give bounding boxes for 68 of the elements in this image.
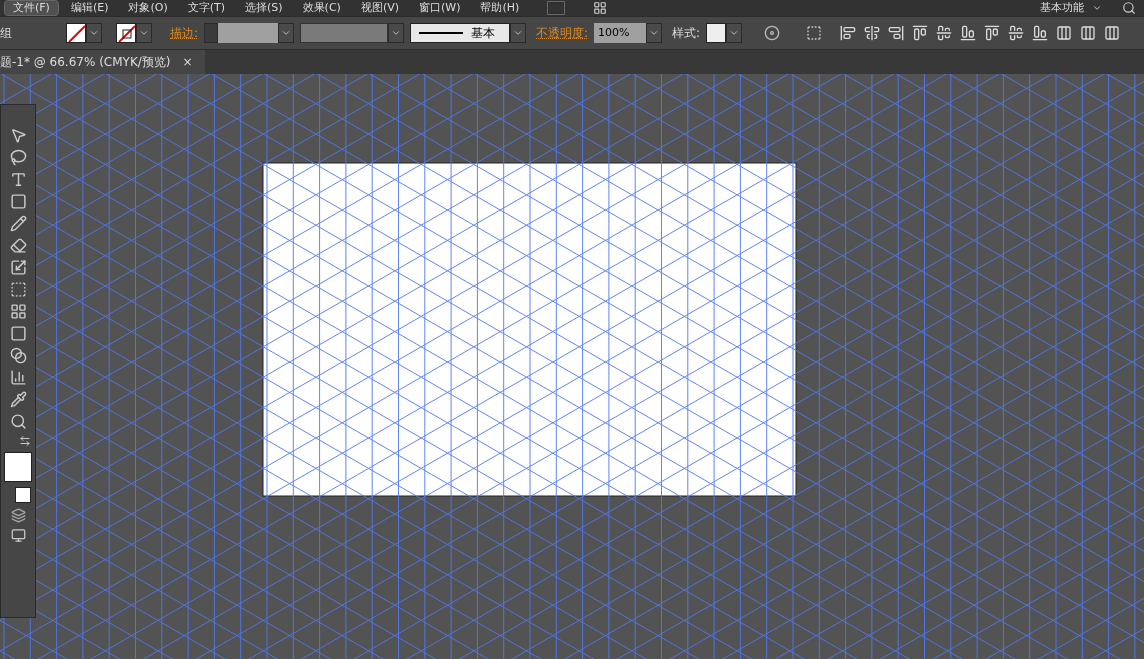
caret-icon [89,28,99,38]
menu-item[interactable]: 视图(V) [352,1,407,15]
search-icon[interactable] [1122,1,1136,15]
caret-icon [281,28,292,38]
brush-definition-field[interactable]: 基本 [410,23,511,43]
caret-icon [513,28,524,38]
rectangle-tool-icon[interactable] [9,193,27,210]
align-icon[interactable] [1104,25,1121,41]
caret-icon [139,28,149,38]
dropdown-button[interactable] [646,23,663,43]
style-swatch[interactable] [706,23,727,43]
menu-item[interactable]: 文字(T) [179,1,234,15]
zoom-tool-icon[interactable] [9,413,27,430]
swap-colors-icon[interactable] [19,435,31,447]
color-swatch[interactable] [66,23,86,43]
workspace-switcher[interactable]: 基本功能 [1032,0,1110,17]
align-icon[interactable] [984,25,1001,41]
eraser-tool-icon[interactable] [9,237,27,254]
selection-tool-icon[interactable] [9,127,27,144]
style-label: 样式: [672,25,701,42]
opacity-label[interactable]: 不透明度: [536,24,589,42]
arrange-documents-icon[interactable] [593,1,608,15]
none-color-button[interactable] [15,487,31,503]
menu-item[interactable]: 帮助(H) [472,1,528,15]
menu-item[interactable]: 选择(S) [237,1,291,15]
color-swatch[interactable] [116,23,136,43]
fill-stroke-swatches[interactable] [4,452,32,482]
eyedropper-tool-icon[interactable] [9,391,27,408]
menu-item[interactable]: 窗口(W) [411,1,469,15]
align-icon[interactable] [1008,25,1025,41]
shape-builder-tool-icon[interactable] [9,347,27,364]
menu-item[interactable]: 对象(O) [120,1,176,15]
dropdown-button[interactable] [510,23,527,43]
type-tool-icon[interactable] [9,171,27,188]
dropdown-button[interactable] [388,23,405,43]
stroke-weight-spinner[interactable] [204,23,219,43]
dropdown-button[interactable] [278,23,295,43]
align-icon[interactable] [864,25,881,41]
caret-icon [649,28,660,38]
lasso-tool-icon[interactable] [9,149,27,166]
align-icon[interactable] [960,25,977,41]
align-icon[interactable] [1056,25,1073,41]
menu-item[interactable]: 编辑(E) [62,1,117,15]
caret-icon [391,28,402,38]
close-tab-button[interactable]: × [182,53,193,71]
opacity-field[interactable]: 100% [594,23,647,43]
recolor-icon[interactable] [764,25,781,41]
stroke-weight-field[interactable] [218,23,279,43]
scale-tool-icon[interactable] [9,259,27,276]
screen-mode-icon[interactable] [10,528,26,543]
caret-icon [1092,3,1102,13]
align-to-icon[interactable] [806,25,823,41]
align-icon[interactable] [912,25,929,41]
graph-tool-icon[interactable] [9,369,27,386]
menu-item[interactable]: 文件(F) [4,0,59,16]
align-icon[interactable] [936,25,953,41]
variable-width-field[interactable] [300,23,389,43]
align-icon[interactable] [840,25,857,41]
align-icon[interactable] [888,25,905,41]
menu-item[interactable]: 效果(C) [294,1,349,15]
pencil-tool-icon[interactable] [9,215,27,232]
caret-icon [729,28,740,38]
align-icon[interactable] [1032,25,1049,41]
drawing-mode-icon[interactable] [10,508,26,523]
document-tab[interactable]: 题-1* @ 66.67% (CMYK/预览) × [0,50,205,74]
align-icon[interactable] [1080,25,1097,41]
stroke-label[interactable]: 描边: [170,24,199,42]
selection-label: 组 [0,25,13,42]
